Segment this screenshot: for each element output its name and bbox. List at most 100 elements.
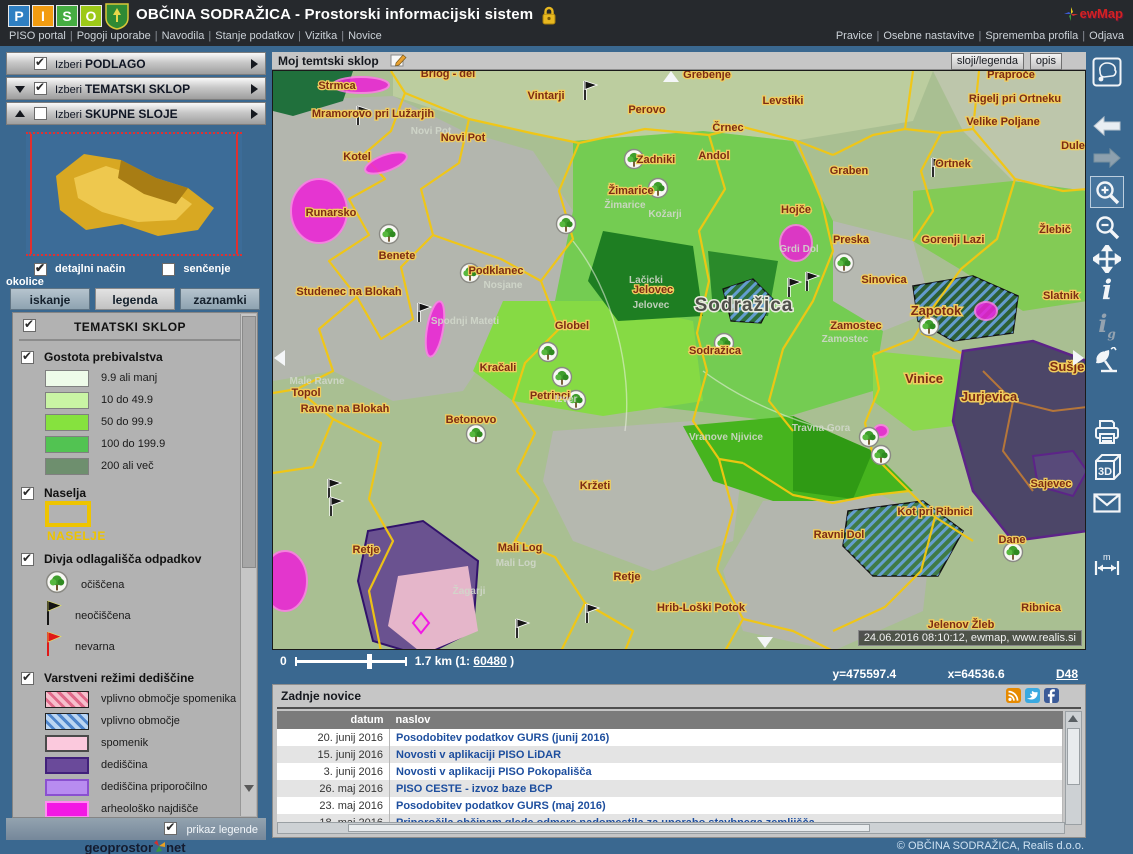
menu-item[interactable]: Stanje podatkov <box>215 30 294 42</box>
scrollbar-thumb[interactable] <box>242 316 256 568</box>
legend-group-label: Naselja <box>44 486 86 500</box>
dumpsite-tree-icon[interactable] <box>467 425 486 444</box>
menu-item[interactable]: Osebne nastavitve <box>883 30 974 42</box>
detajlni-nacin-checkbox[interactable] <box>34 263 47 276</box>
skupne-checkbox[interactable] <box>34 107 47 120</box>
map-label: Črnec <box>712 121 743 134</box>
tab-iskanje[interactable]: iskanje <box>10 288 90 310</box>
tematski-sklop-checkbox[interactable] <box>23 319 36 332</box>
news-link[interactable]: Novosti v aplikaciji PISO Pokopališča <box>396 766 592 778</box>
overview-map[interactable] <box>26 132 242 256</box>
datum-link[interactable]: D48 <box>1056 667 1078 681</box>
dumpsite-tree-icon[interactable] <box>860 428 879 447</box>
news-vertical-scrollbar[interactable] <box>1065 711 1082 825</box>
expand-up-icon[interactable] <box>15 110 25 117</box>
legend-group-checkbox[interactable] <box>21 351 34 364</box>
dumpsite-tree-icon[interactable] <box>835 254 854 273</box>
tool-3d[interactable]: 3D <box>1090 451 1124 483</box>
tool-zoom-out[interactable] <box>1090 211 1124 243</box>
news-link[interactable]: PISO CESTE - izvoz baze BCP <box>396 783 552 795</box>
news-link[interactable]: Posodobitev podatkov GURS (junij 2016) <box>396 732 609 744</box>
tool-print[interactable] <box>1090 416 1124 448</box>
expand-right-icon <box>251 109 258 119</box>
geoprostor-logo[interactable]: geoprostornet <box>0 840 270 854</box>
pan-south-arrow[interactable] <box>757 637 773 648</box>
accordion-tematski-sklop[interactable]: Izberi TEMATSKI SKLOP <box>6 77 266 100</box>
news-horizontal-scrollbar[interactable] <box>277 822 1065 834</box>
legend-item-label: 9.9 ali manj <box>101 372 157 384</box>
legend-item: vplivno območje spomenika <box>45 688 241 710</box>
legend-group-checkbox[interactable] <box>21 672 34 685</box>
scroll-down-icon[interactable] <box>244 785 254 792</box>
tematski-checkbox[interactable] <box>34 82 47 95</box>
legend-group-checkbox[interactable] <box>21 553 34 566</box>
news-link[interactable]: Novosti v aplikaciji PISO LiDAR <box>396 749 561 761</box>
menu-item[interactable]: Novice <box>348 30 382 42</box>
facebook-icon[interactable] <box>1044 688 1059 703</box>
map-canvas[interactable]: StrmcaMramorovo pri LužarjihBrlog - delN… <box>272 70 1086 650</box>
tree-icon <box>45 570 69 599</box>
tool-back[interactable] <box>1090 110 1124 142</box>
menu-separator: | <box>208 30 211 42</box>
dumpsite-tree-icon[interactable] <box>539 343 558 362</box>
sencenje-okolice-checkbox[interactable] <box>162 263 175 276</box>
dumpsite-tree-icon[interactable] <box>380 225 399 244</box>
tool-info-group[interactable]: ig <box>1090 310 1124 342</box>
accordion-podlago[interactable]: Izberi PODLAGO <box>6 52 266 75</box>
map-label: Grdi Dol <box>779 244 819 255</box>
menu-item[interactable]: Pogoji uporabe <box>77 30 151 42</box>
news-date: 26. maj 2016 <box>277 780 390 797</box>
menu-item[interactable]: Odjava <box>1089 30 1124 42</box>
social-icons <box>1006 688 1059 703</box>
map-titlebar: Moj temtski sklop sloji/legenda opis <box>272 52 1086 70</box>
pan-north-arrow[interactable] <box>663 71 679 82</box>
opis-button[interactable]: opis <box>1030 53 1062 70</box>
menu-item[interactable]: Sprememba profila <box>985 30 1078 42</box>
scrollbar-thumb[interactable] <box>1067 728 1080 785</box>
tool-info[interactable]: i <box>1090 274 1124 306</box>
ewmap-logo[interactable]: ewMap <box>1064 6 1123 21</box>
scale-ratio-link[interactable]: 60480 <box>473 654 506 668</box>
legend-scrollbar[interactable] <box>240 314 256 816</box>
dumpsite-tree-icon[interactable] <box>553 368 572 387</box>
sloji-legenda-button[interactable]: sloji/legenda <box>951 53 1024 70</box>
tool-measure[interactable]: m <box>1090 548 1124 580</box>
dumpsite-tree-icon[interactable] <box>557 215 576 234</box>
menu-item[interactable]: Vizitka <box>305 30 337 42</box>
tool-zoom-in[interactable] <box>1090 176 1124 208</box>
legend-group-checkbox[interactable] <box>21 487 34 500</box>
accordion-skupne-sloje[interactable]: Izberi SKUPNE SLOJE <box>6 102 266 125</box>
news-panel-title: Zadnje novice <box>281 689 361 703</box>
map-label: Zapotok <box>911 303 962 318</box>
collapse-icon[interactable] <box>15 86 25 93</box>
legend-item-label: očiščena <box>81 579 124 591</box>
edit-title-icon[interactable] <box>390 53 408 68</box>
menu-item[interactable]: Pravice <box>836 30 873 42</box>
menu-item[interactable]: Navodila <box>162 30 205 42</box>
tool-full-extent[interactable] <box>1090 56 1124 88</box>
tool-forward[interactable] <box>1090 142 1124 174</box>
podlago-checkbox[interactable] <box>34 57 47 70</box>
tool-gps[interactable] <box>1090 345 1124 377</box>
pan-west-arrow[interactable] <box>274 350 285 366</box>
tab-legenda[interactable]: legenda <box>95 288 175 310</box>
tool-mail[interactable] <box>1090 487 1124 519</box>
tab-zaznamki[interactable]: zaznamki <box>180 288 260 310</box>
scroll-up-icon[interactable] <box>1068 715 1078 722</box>
dumpsite-tree-icon[interactable] <box>920 317 939 336</box>
copyright: © OBČINA SODRAŽICA, Realis d.o.o. <box>772 840 1084 852</box>
piso-logo[interactable]: PISO <box>8 5 102 27</box>
twitter-icon[interactable] <box>1025 688 1040 703</box>
pan-east-arrow[interactable] <box>1073 350 1084 366</box>
map-label: Graben <box>830 165 869 177</box>
rss-icon[interactable] <box>1006 688 1021 703</box>
legend-item: očiščena <box>45 569 241 600</box>
menu-item[interactable]: PISO portal <box>9 30 66 42</box>
dumpsite-tree-icon[interactable] <box>872 446 891 465</box>
scale-slider[interactable] <box>295 657 407 666</box>
scrollbar-thumb[interactable] <box>348 824 870 832</box>
map-label: Sodražica <box>695 295 794 316</box>
tool-pan[interactable] <box>1090 243 1124 275</box>
news-link[interactable]: Posodobitev podatkov GURS (maj 2016) <box>396 800 606 812</box>
prikaz-legende-checkbox[interactable] <box>164 822 177 835</box>
